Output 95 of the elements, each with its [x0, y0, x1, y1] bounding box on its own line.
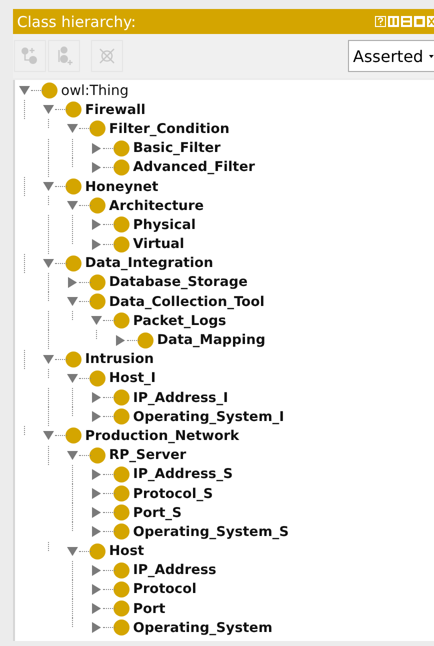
- expanded-arrow-icon[interactable]: [67, 123, 78, 134]
- class-icon: [137, 332, 154, 349]
- expanded-arrow-icon[interactable]: [43, 181, 54, 192]
- collapsed-arrow-icon[interactable]: [67, 276, 78, 288]
- class-icon: [113, 504, 130, 522]
- class-icon: [113, 600, 130, 618]
- class-label[interactable]: Host: [109, 543, 144, 560]
- collapsed-arrow-icon[interactable]: [91, 142, 102, 154]
- class-icon: [113, 158, 130, 176]
- class-icon: [65, 427, 82, 444]
- collapsed-arrow-icon[interactable]: [91, 603, 102, 614]
- collapsed-arrow-icon[interactable]: [91, 507, 102, 518]
- expanded-arrow-icon[interactable]: [67, 372, 78, 384]
- class-label[interactable]: Port_S: [133, 504, 182, 521]
- class-label[interactable]: Protocol: [133, 581, 196, 598]
- class-icon: [65, 101, 82, 118]
- split-horizontal-icon[interactable]: [401, 16, 412, 27]
- class-label[interactable]: Operating_System_S: [133, 524, 289, 540]
- class-label[interactable]: Database_Storage: [109, 274, 248, 290]
- expanded-arrow-icon[interactable]: [19, 85, 30, 96]
- class-icon: [65, 178, 82, 196]
- class-label[interactable]: Data_Mapping: [157, 332, 266, 348]
- class-label[interactable]: Data_Integration: [85, 255, 214, 272]
- class-icon: [113, 389, 130, 406]
- class-icon: [41, 82, 58, 100]
- class-icon: [113, 562, 130, 579]
- class-icon: [113, 140, 130, 157]
- class-icon: [89, 370, 106, 387]
- collapsed-arrow-icon[interactable]: [91, 564, 102, 576]
- class-icon: [89, 120, 106, 138]
- class-label[interactable]: Host_I: [109, 370, 156, 386]
- expanded-arrow-icon[interactable]: [43, 354, 54, 365]
- collapsed-arrow-icon[interactable]: [91, 411, 102, 422]
- class-icon: [89, 274, 106, 291]
- collapsed-arrow-icon[interactable]: [91, 468, 102, 480]
- help-icon[interactable]: [375, 16, 386, 27]
- split-vertical-icon[interactable]: [388, 16, 399, 27]
- class-icon: [113, 523, 130, 540]
- class-icon: [113, 408, 130, 426]
- class-label[interactable]: Firewall: [85, 102, 146, 118]
- class-label[interactable]: Advanced_Filter: [133, 159, 255, 176]
- collapsed-arrow-icon[interactable]: [91, 392, 102, 404]
- class-label[interactable]: Virtual: [133, 236, 184, 252]
- class-label[interactable]: Port: [133, 600, 166, 617]
- dropdown-caret-icon: [429, 54, 434, 58]
- class-label[interactable]: Honeynet: [85, 178, 158, 195]
- class-icon: [113, 216, 130, 234]
- class-icon: [89, 542, 106, 560]
- collapsed-arrow-icon[interactable]: [91, 622, 102, 634]
- class-label[interactable]: Architecture: [109, 198, 204, 214]
- expanded-arrow-icon[interactable]: [43, 104, 54, 116]
- class-label[interactable]: Data_Collection_Tool: [109, 294, 265, 310]
- class-label[interactable]: Physical: [133, 216, 196, 233]
- panel-title: Class hierarchy:: [17, 12, 136, 30]
- class-label[interactable]: RP_Server: [109, 447, 186, 464]
- class-label[interactable]: Production_Network: [85, 428, 240, 444]
- class-label[interactable]: IP_Address_I: [133, 390, 228, 406]
- maximize-icon[interactable]: [414, 16, 425, 27]
- class-label[interactable]: Basic_Filter: [133, 140, 221, 156]
- expanded-arrow-icon[interactable]: [67, 450, 78, 461]
- class-label[interactable]: Operating_System: [133, 620, 272, 636]
- class-label[interactable]: IP_Address_S: [133, 466, 233, 482]
- class-label[interactable]: Filter_Condition: [109, 120, 230, 137]
- collapsed-arrow-icon[interactable]: [91, 488, 102, 500]
- class-label[interactable]: Protocol_S: [133, 486, 213, 502]
- class-icon: [113, 466, 130, 483]
- class-label[interactable]: owl:Thing: [61, 82, 129, 99]
- class-icon: [113, 619, 130, 636]
- collapsed-arrow-icon[interactable]: [115, 334, 126, 346]
- expanded-arrow-icon[interactable]: [43, 258, 54, 269]
- view-dropdown[interactable]: Asserted: [348, 40, 434, 72]
- expanded-arrow-icon[interactable]: [67, 296, 78, 308]
- class-label[interactable]: Intrusion: [85, 351, 154, 368]
- class-icon: [89, 293, 106, 310]
- collapsed-arrow-icon[interactable]: [91, 584, 102, 595]
- expanded-arrow-icon[interactable]: [67, 546, 78, 557]
- class-icon: [89, 446, 106, 464]
- collapsed-arrow-icon[interactable]: [91, 238, 102, 250]
- class-icon: [65, 350, 82, 368]
- expanded-arrow-icon[interactable]: [43, 430, 54, 442]
- class-icon: [113, 580, 130, 598]
- class-label[interactable]: IP_Address: [133, 562, 216, 578]
- class-icon: [113, 312, 130, 330]
- collapsed-arrow-icon[interactable]: [91, 162, 102, 173]
- close-icon[interactable]: [427, 16, 434, 27]
- class-label[interactable]: Operating_System_I: [133, 408, 284, 425]
- class-icon: [65, 254, 82, 272]
- collapsed-arrow-icon[interactable]: [91, 219, 102, 230]
- expanded-arrow-icon[interactable]: [67, 200, 78, 212]
- class-label[interactable]: Packet_Logs: [133, 312, 226, 329]
- collapsed-arrow-icon[interactable]: [91, 526, 102, 538]
- expanded-arrow-icon[interactable]: [91, 315, 102, 326]
- class-icon: [89, 197, 106, 214]
- class-icon: [113, 236, 130, 253]
- class-icon: [113, 485, 130, 502]
